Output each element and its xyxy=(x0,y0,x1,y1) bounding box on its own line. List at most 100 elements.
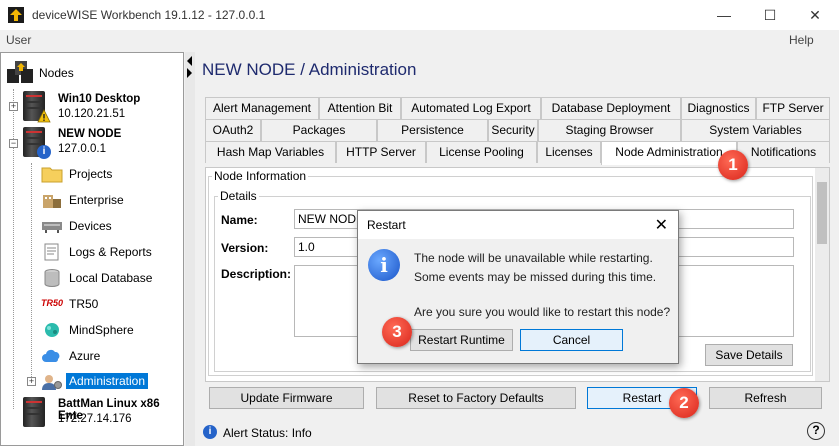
dialog-message-line3: Are you sure you would like to restart t… xyxy=(414,305,671,319)
menu-bar: User Help xyxy=(0,30,839,51)
tree-connector-child xyxy=(31,163,32,383)
tree-item-devices[interactable]: Devices xyxy=(41,215,181,237)
tab-notifications[interactable]: Notifications xyxy=(737,141,830,163)
dialog-close-icon[interactable]: ✕ xyxy=(655,215,668,235)
tab-license-pooling[interactable]: License Pooling xyxy=(426,141,537,163)
tree-item-mindsphere[interactable]: MindSphere xyxy=(41,319,181,341)
tab-persistence[interactable]: Persistence xyxy=(377,119,488,141)
administration-icon xyxy=(42,375,62,390)
tree-item-label: Enterprise xyxy=(69,193,124,207)
tree-item-label: MindSphere xyxy=(69,323,134,337)
tree-item-tr50[interactable]: TR50 TR50 xyxy=(41,293,181,315)
tree-item-label: Logs & Reports xyxy=(69,245,152,259)
info-badge-icon: i xyxy=(37,145,51,159)
tab-hash-map-variables[interactable]: Hash Map Variables xyxy=(205,141,336,163)
tree-item-label: Local Database xyxy=(69,271,153,285)
dialog-title: Restart xyxy=(367,218,406,232)
tab-ftp-server[interactable]: FTP Server xyxy=(756,97,830,119)
window-title: deviceWISE Workbench 19.1.12 - 127.0.0.1 xyxy=(32,8,266,22)
tree-connector xyxy=(13,89,14,409)
dialog-title-bar: Restart ✕ xyxy=(358,211,678,239)
tab-attention-bit[interactable]: Attention Bit xyxy=(319,97,401,119)
dialog-message-line1: The node will be unavailable while resta… xyxy=(414,251,653,265)
tab-oauth2[interactable]: OAuth2 xyxy=(205,119,261,141)
enterprise-icon xyxy=(43,195,61,208)
expand-right-arrow-icon[interactable] xyxy=(187,68,192,78)
expand-win10-toggle[interactable]: + xyxy=(9,102,18,111)
status-bar: i Alert Status: Info xyxy=(203,424,803,442)
name-label: Name: xyxy=(221,213,258,227)
nodes-root-icon xyxy=(7,61,33,83)
dialog-message-line2: Some events may be missed during this ti… xyxy=(414,270,657,284)
node-name-new-node[interactable]: NEW NODE xyxy=(58,128,121,140)
menu-help[interactable]: Help xyxy=(789,33,814,47)
help-icon[interactable]: ? xyxy=(807,422,825,440)
callout-badge-2: 2 xyxy=(669,388,699,418)
node-ip-battman: 172.27.14.176 xyxy=(58,413,132,425)
mindsphere-icon xyxy=(45,323,59,337)
node-information-legend: Node Information xyxy=(212,169,309,183)
logs-icon xyxy=(44,243,59,261)
menu-user[interactable]: User xyxy=(6,33,31,47)
tree-item-label: Administration xyxy=(66,373,149,389)
update-firmware-button[interactable]: Update Firmware xyxy=(209,387,364,409)
node-ip-new-node: 127.0.0.1 xyxy=(58,143,106,155)
devices-icon xyxy=(42,222,62,233)
node-name-win10[interactable]: Win10 Desktop xyxy=(58,93,140,105)
content-scrollbar[interactable] xyxy=(815,168,829,381)
callout-badge-3: 3 xyxy=(382,317,412,347)
tree-item-label: TR50 xyxy=(69,297,99,311)
callout-badge-1: 1 xyxy=(718,150,748,180)
page-title: NEW NODE / Administration xyxy=(202,60,417,79)
warning-icon xyxy=(37,109,51,123)
tab-system-variables[interactable]: System Variables xyxy=(681,119,830,141)
maximize-button[interactable]: ☐ xyxy=(747,0,793,30)
app-logo-icon xyxy=(8,7,24,23)
tree-item-enterprise[interactable]: Enterprise xyxy=(41,189,181,211)
title-bar: deviceWISE Workbench 19.1.12 - 127.0.0.1… xyxy=(0,0,839,30)
node-ip-win10: 10.120.21.51 xyxy=(58,108,126,120)
expand-administration-toggle[interactable]: + xyxy=(27,377,36,386)
tree-root-label[interactable]: Nodes xyxy=(39,66,74,80)
save-details-button[interactable]: Save Details xyxy=(705,344,793,366)
close-window-button[interactable]: ✕ xyxy=(792,0,838,30)
tab-http-server[interactable]: HTTP Server xyxy=(336,141,426,163)
tree-item-label: Azure xyxy=(69,349,101,363)
tab-node-administration[interactable]: Node Administration xyxy=(601,141,737,165)
tree-item-administration[interactable]: Administration xyxy=(41,371,181,393)
scrollbar-thumb[interactable] xyxy=(817,182,827,244)
description-label: Description: xyxy=(221,267,292,281)
tab-alert-management[interactable]: Alert Management xyxy=(205,97,319,119)
details-legend: Details xyxy=(218,189,259,203)
tab-database-deployment[interactable]: Database Deployment xyxy=(541,97,681,119)
collapse-left-arrow-icon[interactable] xyxy=(187,56,192,66)
info-status-icon: i xyxy=(203,425,217,439)
database-icon xyxy=(44,269,60,287)
node-tree-panel: Nodes + Win10 Desktop 10.120.21.51 − i N… xyxy=(0,52,184,446)
tab-diagnostics[interactable]: Diagnostics xyxy=(681,97,756,119)
tree-item-logs[interactable]: Logs & Reports xyxy=(41,241,181,263)
reset-factory-defaults-button[interactable]: Reset to Factory Defaults xyxy=(376,387,576,409)
info-icon: i xyxy=(368,249,400,281)
panel-splitter[interactable] xyxy=(185,52,195,446)
tab-packages[interactable]: Packages xyxy=(261,119,377,141)
tab-automated-log-export[interactable]: Automated Log Export xyxy=(401,97,541,119)
tree-item-projects[interactable]: Projects xyxy=(41,163,181,185)
tab-staging-browser[interactable]: Staging Browser xyxy=(538,119,681,141)
minimize-button[interactable]: — xyxy=(701,0,747,30)
tab-licenses[interactable]: Licenses xyxy=(537,141,601,163)
alert-status-text: Alert Status: Info xyxy=(223,426,312,440)
refresh-button[interactable]: Refresh xyxy=(709,387,822,409)
tree-item-local-database[interactable]: Local Database xyxy=(41,267,181,289)
tree-item-azure[interactable]: Azure xyxy=(41,345,181,367)
tab-security[interactable]: Security xyxy=(488,119,538,141)
tree-item-label: Devices xyxy=(69,219,112,233)
azure-icon xyxy=(42,349,60,362)
restart-runtime-button[interactable]: Restart Runtime xyxy=(410,329,513,351)
version-label: Version: xyxy=(221,241,269,255)
collapse-new-node-toggle[interactable]: − xyxy=(9,139,18,148)
tree-item-label: Projects xyxy=(69,167,113,181)
folder-icon xyxy=(41,167,63,183)
tr50-logo: TR50 xyxy=(41,298,64,308)
cancel-button[interactable]: Cancel xyxy=(520,329,623,351)
